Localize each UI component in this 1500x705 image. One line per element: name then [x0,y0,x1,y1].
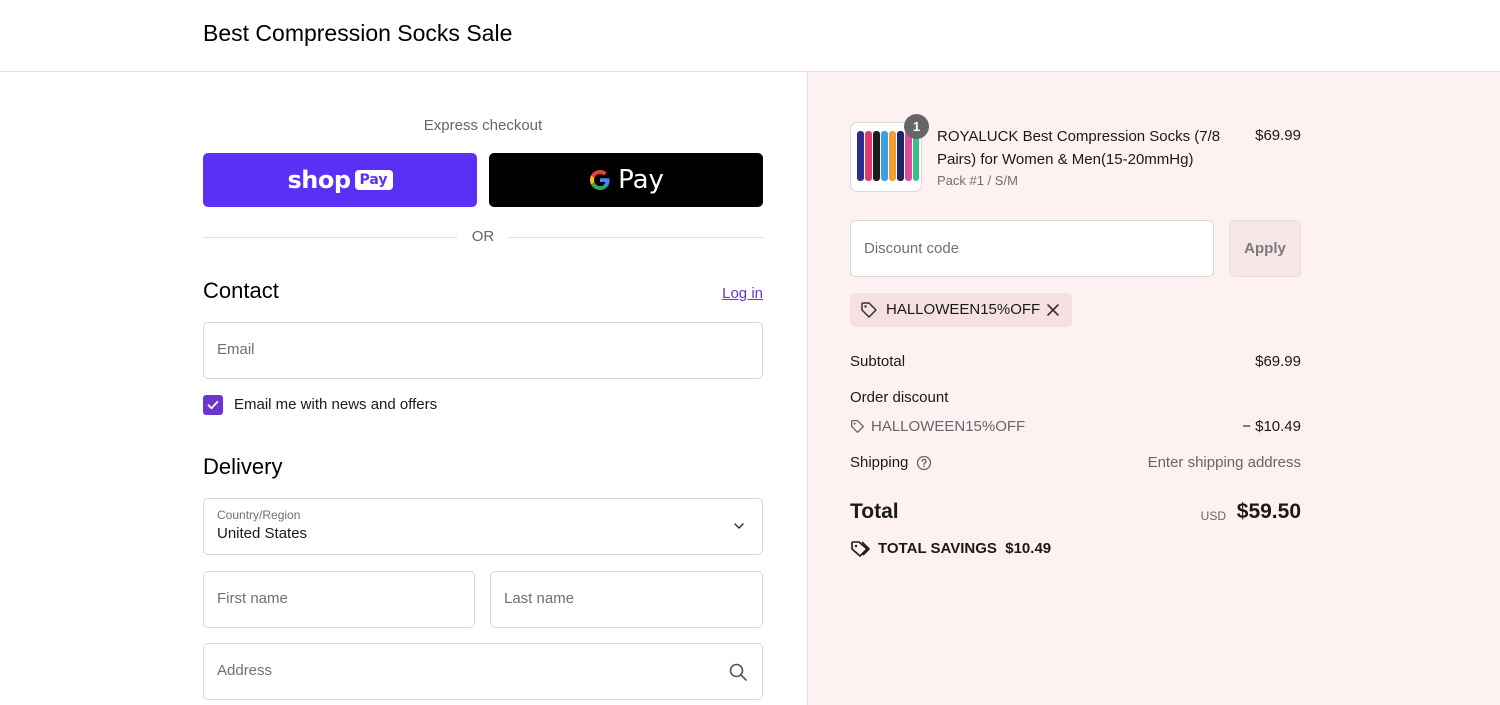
product-name: ROYALUCK Best Compression Socks (7/8 Pai… [937,128,1221,168]
google-pay-button[interactable]: Pay [489,153,763,207]
store-name[interactable]: Best Compression Socks Sale [203,20,512,47]
shop-pay-badge: Pay [354,170,393,190]
google-g-icon [590,170,610,190]
divider-line-left [203,237,457,238]
page-header: Best Compression Socks Sale [0,0,1500,72]
discount-tag-icon [851,420,864,433]
shop-pay-button[interactable]: shop Pay [203,153,477,207]
newsletter-label: Email me with news and offers [234,396,438,413]
country-select[interactable]: Country/Region United States [203,498,763,555]
subtotal-value: $69.99 [1255,353,1301,370]
last-name-field[interactable]: Last name [490,571,763,628]
email-placeholder: Email [217,341,255,358]
chevron-down-icon [734,523,744,529]
country-label: Country/Region [217,508,301,522]
close-icon[interactable] [1046,303,1060,317]
savings-label: TOTAL SAVINGS [878,540,997,557]
google-pay-label: Pay [618,165,664,195]
address-field[interactable]: Address [203,643,763,700]
savings-value: $10.49 [1005,540,1052,557]
first-name-placeholder: First name [217,590,288,607]
checkmark-icon [207,400,219,410]
discount-code-field[interactable]: Discount code [850,220,1214,277]
total-label: Total [850,500,899,523]
shipping-label: Shipping [850,454,909,471]
express-checkout-label: Express checkout [423,117,543,134]
search-icon [729,663,747,681]
savings-tag-icon [851,541,870,557]
order-discount-label: Order discount [850,389,949,406]
order-summary: 1 ROYALUCK Best Compression Socks (7/8 P… [807,72,1500,705]
product-variant: Pack #1 / S/M [937,173,1018,188]
shipping-value: Enter shipping address [1147,454,1301,471]
total-savings: TOTAL SAVINGS $10.49 [878,540,1051,557]
applied-discount-code: HALLOWEEN15%OFF [886,301,1041,318]
or-label: OR [471,228,495,245]
total-currency: USD [1200,509,1226,523]
last-name-placeholder: Last name [504,590,575,607]
order-discount-code: HALLOWEEN15%OFF [871,418,1026,435]
or-divider: OR [203,227,763,247]
contact-title: Contact [203,278,279,303]
email-field[interactable]: Email [203,322,763,379]
delivery-title: Delivery [203,454,283,479]
address-placeholder: Address [217,662,273,679]
login-link[interactable]: Log in [700,285,763,302]
help-icon[interactable] [916,455,932,471]
product-price: $69.99 [1255,127,1301,144]
applied-discount-chip: HALLOWEEN15%OFF [850,293,1072,327]
apply-button[interactable]: Apply [1229,220,1301,277]
newsletter-checkbox[interactable] [203,395,223,415]
order-discount-value: − $10.49 [1242,418,1301,435]
country-value: United States [217,525,308,542]
checkout-main: Express checkout shop Pay Pay OR Contact… [0,72,807,705]
quantity-badge: 1 [904,114,929,139]
divider-line-right [509,237,763,238]
total-amount: $59.50 [1236,500,1301,523]
first-name-field[interactable]: First name [203,571,475,628]
tag-icon [861,302,877,318]
shop-pay-wordmark: shop [287,166,351,194]
discount-placeholder: Discount code [864,240,960,257]
subtotal-label: Subtotal [850,353,906,370]
